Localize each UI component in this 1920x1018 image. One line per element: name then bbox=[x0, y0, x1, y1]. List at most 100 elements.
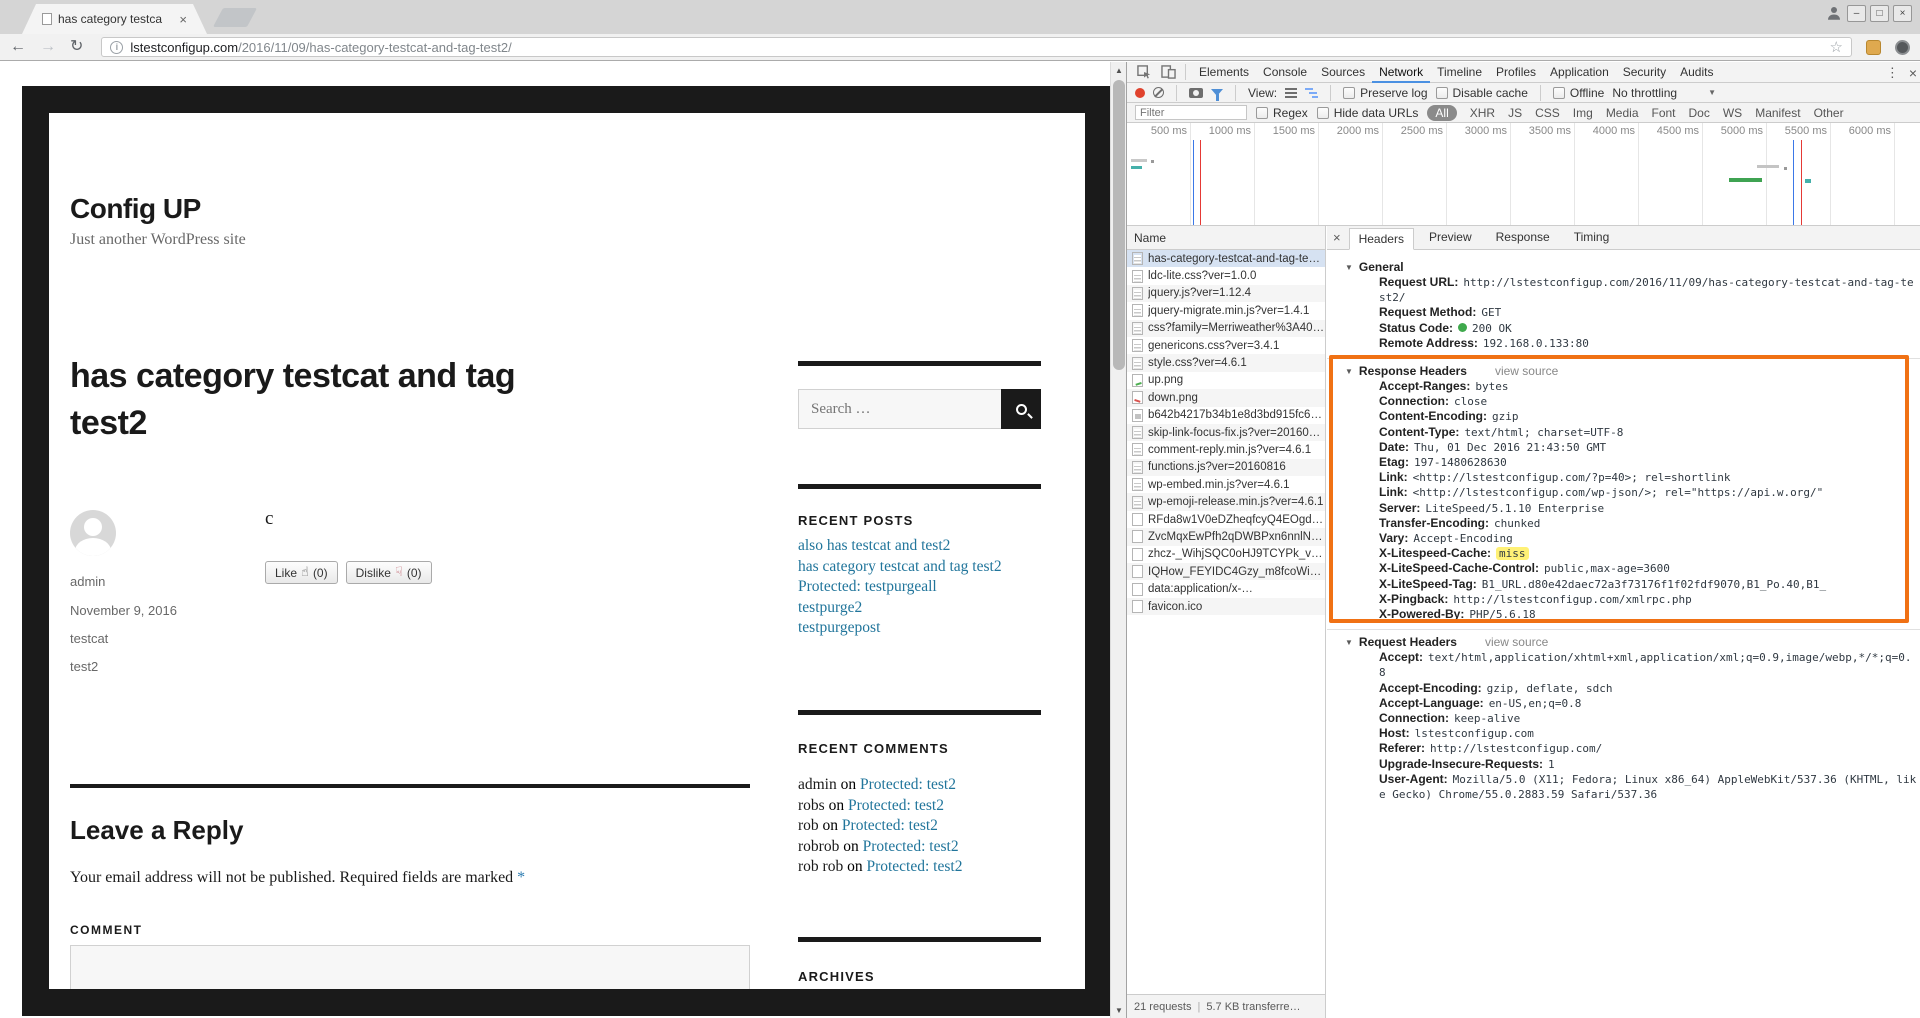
comment-post-link[interactable]: Protected: test2 bbox=[842, 817, 938, 834]
resource-type-filter[interactable]: Manifest bbox=[1755, 106, 1800, 120]
devtools-tab[interactable]: Timeline bbox=[1430, 62, 1489, 83]
detail-tab[interactable]: Response bbox=[1487, 227, 1559, 249]
checkbox-icon[interactable] bbox=[1317, 107, 1329, 119]
recent-post-link[interactable]: testpurgepost bbox=[798, 619, 880, 636]
recent-post-link[interactable]: has category testcat and tag test2 bbox=[798, 558, 1002, 575]
inspect-element-icon[interactable] bbox=[1133, 63, 1155, 81]
disable-cache-toggle[interactable]: Disable cache bbox=[1436, 86, 1528, 100]
request-row[interactable]: has-category-testcat-and-tag-te… bbox=[1127, 250, 1325, 267]
devtools-tab[interactable]: Sources bbox=[1314, 62, 1372, 83]
minimize-button[interactable]: – bbox=[1847, 5, 1866, 22]
resource-type-filter[interactable]: Font bbox=[1652, 106, 1676, 120]
like-button[interactable]: Like ☝ (0) bbox=[265, 561, 338, 584]
clear-icon[interactable] bbox=[1153, 87, 1164, 98]
page-scrollbar[interactable]: ▲ ▼ bbox=[1110, 62, 1126, 1018]
network-overview[interactable]: 500 ms 1000 ms 1500 ms 2000 ms 2500 ms 3… bbox=[1127, 123, 1920, 226]
site-title[interactable]: Config UP bbox=[70, 193, 201, 225]
offline-toggle[interactable]: Offline bbox=[1553, 86, 1604, 100]
request-row[interactable]: style.css?ver=4.6.1 bbox=[1127, 354, 1325, 371]
checkbox-icon[interactable] bbox=[1553, 87, 1565, 99]
devtools-close-icon[interactable]: × bbox=[1909, 65, 1917, 81]
recent-post-link[interactable]: also has testcat and test2 bbox=[798, 537, 950, 554]
extension-icon[interactable] bbox=[1895, 40, 1910, 55]
detail-tab[interactable]: Timing bbox=[1565, 227, 1619, 249]
checkbox-icon[interactable] bbox=[1436, 87, 1448, 99]
search-button[interactable] bbox=[1001, 389, 1041, 429]
reload-icon[interactable]: ↻ bbox=[70, 39, 83, 55]
devtools-menu-icon[interactable]: ⋮ bbox=[1886, 65, 1899, 81]
preserve-log-toggle[interactable]: Preserve log bbox=[1343, 86, 1427, 100]
view-source-link[interactable]: view source bbox=[1485, 635, 1548, 649]
devtools-tab[interactable]: Console bbox=[1256, 62, 1314, 83]
profile-icon[interactable] bbox=[1825, 4, 1843, 22]
resource-type-filter[interactable]: Other bbox=[1814, 106, 1844, 120]
resource-type-filter[interactable]: Media bbox=[1606, 106, 1639, 120]
request-row[interactable]: up.png bbox=[1127, 372, 1325, 389]
request-row[interactable]: b642b4217b34b1e8d3bd915fc65… bbox=[1127, 407, 1325, 424]
devtools-tab[interactable]: Application bbox=[1543, 62, 1616, 83]
request-row[interactable]: wp-embed.min.js?ver=4.6.1 bbox=[1127, 476, 1325, 493]
request-row[interactable]: css?family=Merriweather%3A40… bbox=[1127, 320, 1325, 337]
general-section-header[interactable]: ▼ General bbox=[1327, 259, 1920, 275]
filter-icon[interactable] bbox=[1211, 89, 1223, 96]
resource-type-filter[interactable]: WS bbox=[1723, 106, 1742, 120]
scroll-up-icon[interactable]: ▲ bbox=[1111, 62, 1126, 78]
filter-input[interactable] bbox=[1135, 105, 1247, 120]
request-row[interactable]: wp-emoji-release.min.js?ver=4.6.1 bbox=[1127, 493, 1325, 510]
request-row[interactable]: functions.js?ver=20160816 bbox=[1127, 459, 1325, 476]
throttling-dropdown[interactable]: No throttling ▼ bbox=[1612, 86, 1716, 100]
resource-type-filter[interactable]: CSS bbox=[1535, 106, 1560, 120]
post-date[interactable]: November 9, 2016 bbox=[70, 603, 177, 618]
detail-tab[interactable]: Headers bbox=[1349, 228, 1414, 250]
post-category[interactable]: testcat bbox=[70, 631, 108, 646]
back-icon[interactable]: ← bbox=[10, 39, 26, 55]
recent-post-link[interactable]: Protected: testpurgeall bbox=[798, 578, 937, 595]
comment-post-link[interactable]: Protected: test2 bbox=[866, 858, 962, 875]
tab-close-icon[interactable]: × bbox=[179, 12, 187, 27]
request-row[interactable]: skip-link-focus-fix.js?ver=20160… bbox=[1127, 424, 1325, 441]
scroll-down-icon[interactable]: ▼ bbox=[1111, 1002, 1126, 1018]
devtools-tab[interactable]: Elements bbox=[1192, 62, 1256, 83]
comment-post-link[interactable]: Protected: test2 bbox=[863, 838, 959, 855]
extension-icon[interactable] bbox=[1866, 40, 1881, 55]
window-close-button[interactable]: × bbox=[1893, 5, 1912, 22]
dislike-button[interactable]: Dislike ☟ (0) bbox=[346, 561, 432, 584]
maximize-button[interactable]: □ bbox=[1870, 5, 1889, 22]
request-row[interactable]: ldc-lite.css?ver=1.0.0 bbox=[1127, 267, 1325, 284]
request-row[interactable]: zhcz-_WihjSQC0oHJ9TCYPk_vA… bbox=[1127, 546, 1325, 563]
devtools-tab[interactable]: Profiles bbox=[1489, 62, 1543, 83]
devtools-tab[interactable]: Audits bbox=[1673, 62, 1720, 83]
screenshot-capture-icon[interactable] bbox=[1189, 88, 1203, 98]
forward-icon[interactable]: → bbox=[40, 39, 56, 55]
request-row[interactable]: favicon.ico bbox=[1127, 598, 1325, 615]
regex-toggle[interactable]: Regex bbox=[1256, 106, 1308, 120]
list-view-icon[interactable] bbox=[1285, 88, 1297, 98]
browser-tab[interactable]: has category testca × bbox=[22, 4, 207, 34]
resource-type-filter[interactable]: Img bbox=[1573, 106, 1593, 120]
request-headers-header[interactable]: ▼ Request Headers view source bbox=[1327, 634, 1920, 650]
comment-textarea[interactable] bbox=[70, 945, 750, 989]
detail-tab[interactable]: Preview bbox=[1420, 227, 1481, 249]
request-row[interactable]: genericons.css?ver=3.4.1 bbox=[1127, 337, 1325, 354]
post-author[interactable]: admin bbox=[70, 574, 105, 589]
name-column-header[interactable]: Name bbox=[1127, 226, 1325, 250]
resource-type-filter[interactable]: XHR bbox=[1470, 106, 1495, 120]
response-headers-header[interactable]: ▼ Response Headers view source bbox=[1327, 363, 1920, 379]
view-source-link[interactable]: view source bbox=[1495, 364, 1558, 378]
post-tag[interactable]: test2 bbox=[70, 659, 98, 674]
page-info-icon[interactable]: i bbox=[110, 41, 123, 54]
comment-post-link[interactable]: Protected: test2 bbox=[860, 776, 956, 793]
url-bar[interactable]: i lstestconfigup.com /2016/11/09/has-cat… bbox=[101, 37, 1852, 57]
waterfall-view-icon[interactable] bbox=[1305, 88, 1318, 98]
resource-type-filter[interactable]: Doc bbox=[1689, 106, 1710, 120]
request-row[interactable]: ZvcMqxEwPfh2qDWBPxn6nnlNu… bbox=[1127, 528, 1325, 545]
devtools-tab[interactable]: Security bbox=[1616, 62, 1673, 83]
request-row[interactable]: IQHow_FEYIDC4Gzy_m8fcoWiM… bbox=[1127, 563, 1325, 580]
request-row[interactable]: jquery-migrate.min.js?ver=1.4.1 bbox=[1127, 302, 1325, 319]
checkbox-icon[interactable] bbox=[1343, 87, 1355, 99]
request-row[interactable]: comment-reply.min.js?ver=4.6.1 bbox=[1127, 441, 1325, 458]
device-toolbar-icon[interactable] bbox=[1157, 63, 1179, 81]
bookmark-star-icon[interactable]: ☆ bbox=[1830, 38, 1843, 56]
comment-post-link[interactable]: Protected: test2 bbox=[848, 797, 944, 814]
resource-type-filter[interactable]: All bbox=[1427, 105, 1456, 121]
